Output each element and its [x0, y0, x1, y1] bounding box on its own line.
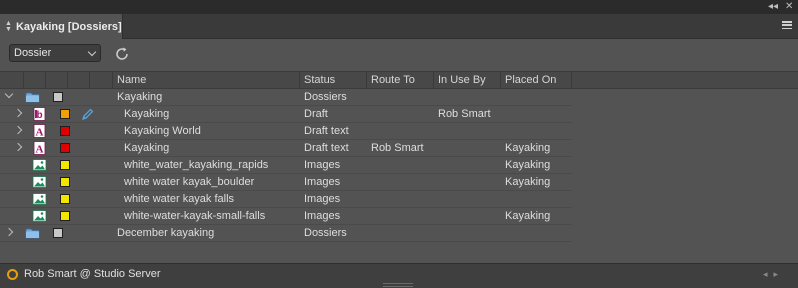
table-row[interactable]: white water kayak_boulder Images Kayaking — [0, 174, 572, 191]
chevron-down-icon[interactable] — [4, 89, 14, 99]
chevron-right-icon[interactable] — [13, 142, 23, 152]
status-cell: Draft text — [304, 142, 349, 154]
status-cell: Dossiers — [304, 91, 347, 103]
window-top-strip: ◂◂ ✕ — [0, 0, 798, 14]
status-color-swatch — [60, 194, 70, 204]
collapse-panel-icon[interactable]: ◂◂ — [768, 1, 778, 13]
name-cell: Kayaking — [124, 142, 170, 154]
toolbar: Dossier — [0, 40, 798, 70]
svg-text:A: A — [36, 144, 44, 156]
folder-icon — [25, 226, 40, 240]
article-icon: A — [32, 124, 47, 139]
tab-kayaking-dossiers[interactable]: ▲ ▼ Kayaking [Dossiers] — [0, 14, 123, 39]
image-icon — [32, 192, 47, 206]
table-row[interactable]: white_water_kayaking_rapids Images Kayakin… — [0, 157, 572, 174]
panel-menu-icon[interactable] — [782, 21, 792, 29]
status-color-swatch — [60, 160, 70, 170]
header-placed-on[interactable]: Placed On — [501, 72, 572, 89]
placed-on-cell: Kayaking — [505, 159, 551, 171]
panel-tab-bar: ▲ ▼ Kayaking [Dossiers] — [0, 14, 798, 39]
name-cell: white water kayak falls — [124, 193, 235, 205]
status-color-swatch — [53, 228, 63, 238]
status-cell: Images — [304, 159, 341, 171]
svg-text:b: b — [36, 110, 42, 121]
placed-on-cell: Kayaking — [505, 176, 551, 188]
tab-sort-arrows-icon: ▲ ▼ — [5, 19, 12, 33]
header-extra-col[interactable] — [90, 72, 113, 89]
image-icon — [32, 175, 47, 189]
status-color-swatch — [60, 211, 70, 221]
header-in-use-by[interactable]: In Use By — [434, 72, 501, 89]
header-route-to[interactable]: Route To — [367, 72, 434, 89]
image-icon — [32, 209, 47, 223]
resize-grip-icon[interactable] — [383, 283, 413, 287]
header-color-col[interactable] — [46, 72, 68, 89]
indesign-icon: b — [32, 107, 47, 121]
in-use-by-cell: Rob Smart — [438, 108, 491, 120]
status-cell: Draft text — [304, 125, 349, 137]
status-cell: Images — [304, 210, 341, 222]
name-cell: white_water_kayaking_rapids — [124, 159, 269, 171]
status-cell: Draft — [304, 108, 328, 120]
table-row[interactable]: white water kayak falls Images — [0, 191, 572, 208]
refresh-icon[interactable] — [114, 46, 130, 62]
route-to-cell: Rob Smart — [371, 142, 424, 154]
status-cell: Images — [304, 193, 341, 205]
table-row[interactable]: Kayaking Dossiers — [0, 89, 572, 106]
tab-title: Kayaking [Dossiers] — [15, 20, 122, 33]
table-row[interactable]: December kayaking Dossiers — [0, 225, 572, 242]
horizontal-scroll-arrows-icon[interactable]: ◂▸ — [763, 269, 784, 280]
header-name[interactable]: Name — [113, 72, 300, 89]
placed-on-cell: Kayaking — [505, 210, 551, 222]
table-row[interactable]: A Kayaking Draft text Rob Smart Kayaking — [0, 140, 572, 157]
view-select-value: Dossier — [14, 47, 52, 59]
status-color-swatch — [60, 177, 70, 187]
header-edit-col[interactable] — [68, 72, 90, 89]
chevron-right-icon[interactable] — [4, 227, 14, 237]
name-cell: Kayaking — [124, 108, 170, 120]
pencil-icon — [80, 107, 95, 121]
name-cell: Kayaking World — [124, 125, 201, 137]
name-cell: Kayaking — [117, 91, 163, 103]
image-icon — [32, 158, 47, 172]
article-icon: A — [32, 141, 47, 156]
status-color-swatch — [60, 143, 70, 153]
folder-icon — [25, 90, 40, 104]
table-header: Name Status Route To In Use By Placed On — [0, 71, 798, 89]
status-color-swatch — [60, 126, 70, 136]
status-color-swatch — [53, 92, 63, 102]
table-row[interactable]: b Kayaking Draft Rob Smart — [0, 106, 572, 123]
name-cell: white water kayak_boulder — [124, 176, 255, 188]
status-cell: Images — [304, 176, 341, 188]
header-status[interactable]: Status — [300, 72, 367, 89]
status-color-swatch — [60, 109, 70, 119]
connection-status-text: Rob Smart @ Studio Server — [24, 268, 161, 280]
svg-text:A: A — [36, 127, 44, 139]
table-row[interactable]: white-water-kayak-small-falls Images Kayak… — [0, 208, 572, 225]
name-cell: December kayaking — [117, 227, 215, 239]
name-cell: white-water-kayak-small-falls — [124, 210, 266, 222]
header-type-col[interactable] — [24, 72, 46, 89]
status-bar: Rob Smart @ Studio Server ◂▸ — [0, 263, 798, 288]
chevron-down-icon — [87, 47, 97, 57]
table-row[interactable]: A Kayaking World Draft text — [0, 123, 572, 140]
chevron-right-icon[interactable] — [13, 125, 23, 135]
header-expander-col[interactable] — [0, 72, 24, 89]
placed-on-cell: Kayaking — [505, 142, 551, 154]
connection-status-icon — [7, 269, 18, 280]
chevron-right-icon[interactable] — [13, 108, 23, 118]
status-cell: Dossiers — [304, 227, 347, 239]
view-select[interactable]: Dossier — [9, 44, 101, 62]
close-panel-icon[interactable]: ✕ — [785, 1, 793, 13]
